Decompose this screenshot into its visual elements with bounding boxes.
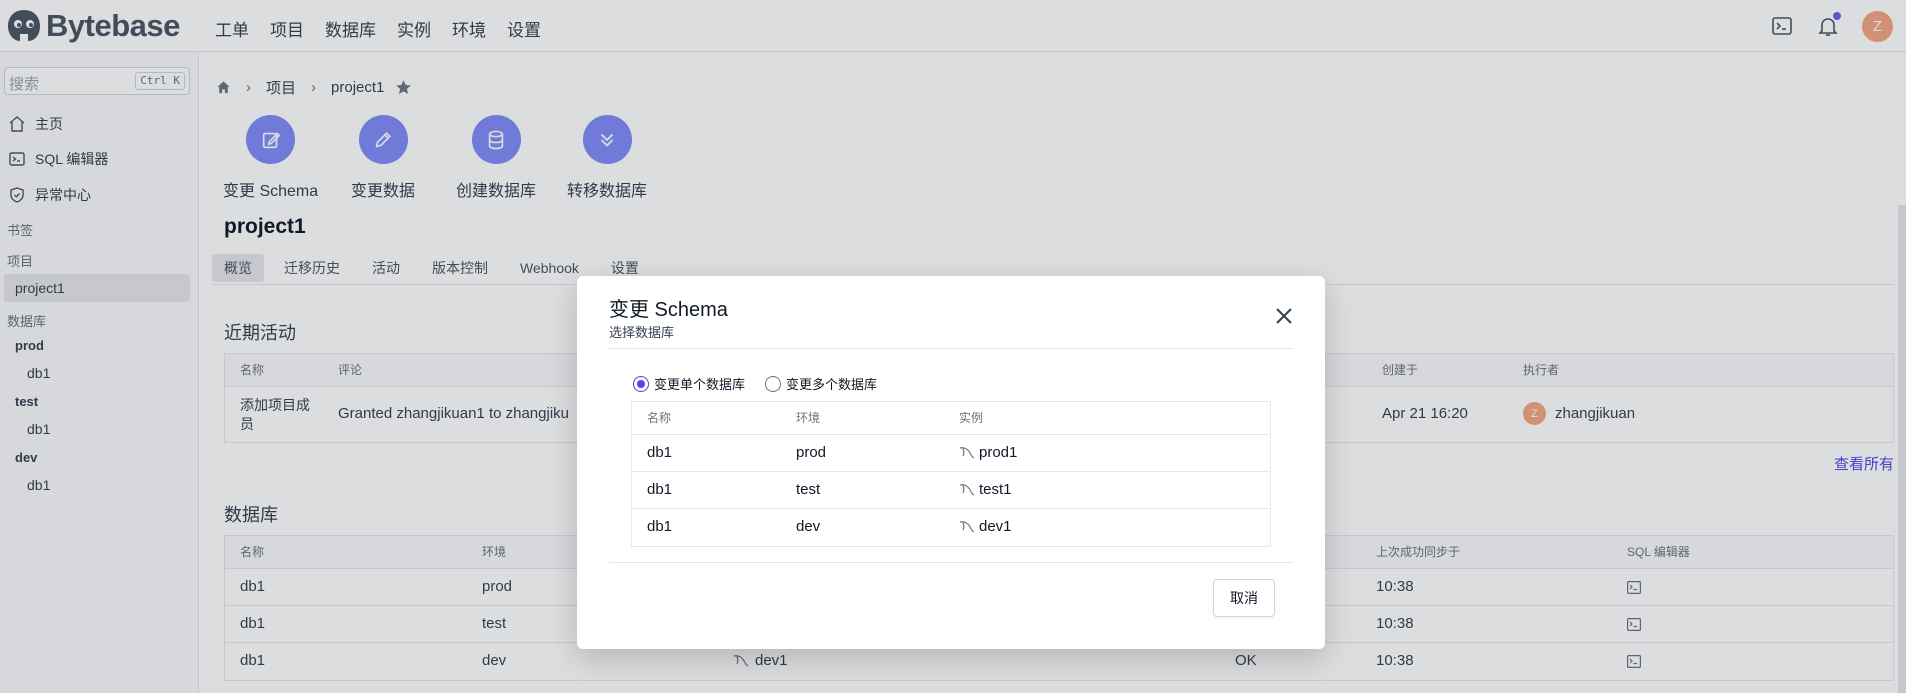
database-mode-radio-group: 变更单个数据库 变更多个数据库 — [633, 374, 897, 393]
col-name: 名称 — [647, 411, 672, 425]
db-instance: prod1 — [959, 435, 1017, 471]
table-row[interactable]: db1 test test1 — [632, 472, 1270, 509]
modal-subtitle: 选择数据库 — [609, 325, 675, 340]
radio-checked-icon — [633, 375, 649, 392]
mysql-icon — [959, 447, 975, 459]
col-instance: 实例 — [959, 411, 984, 425]
col-env: 环境 — [796, 411, 821, 425]
divider — [609, 562, 1294, 563]
db-env: test — [796, 481, 821, 498]
alter-schema-modal: 变更 Schema 选择数据库 变更单个数据库 变更多个数据库 名称 环境 实例… — [577, 276, 1325, 649]
db-instance: dev1 — [959, 509, 1012, 545]
radio-label: 变更单个数据库 — [654, 377, 746, 392]
table-row[interactable]: db1 dev dev1 — [632, 509, 1270, 546]
instance-name: prod1 — [979, 444, 1018, 461]
mysql-icon — [959, 484, 975, 496]
database-select-table: 名称 环境 实例 db1 prod prod1 db1 test test1 d… — [631, 401, 1271, 547]
instance-name: test1 — [979, 481, 1012, 498]
close-icon[interactable] — [1273, 305, 1295, 327]
radio-multiple-databases[interactable]: 变更多个数据库 — [765, 374, 877, 393]
db-env: prod — [796, 444, 827, 461]
mysql-icon — [959, 521, 975, 533]
table-header: 名称 环境 实例 — [632, 402, 1270, 435]
db-name: db1 — [647, 444, 673, 461]
cancel-button[interactable]: 取消 — [1213, 579, 1275, 617]
radio-single-database[interactable]: 变更单个数据库 — [633, 374, 745, 393]
table-row[interactable]: db1 prod prod1 — [632, 435, 1270, 472]
modal-title: 变更 Schema — [609, 299, 728, 321]
db-instance: test1 — [959, 472, 1012, 508]
divider — [609, 348, 1294, 349]
radio-unchecked-icon — [765, 375, 782, 392]
radio-label: 变更多个数据库 — [786, 377, 878, 392]
instance-name: dev1 — [979, 518, 1012, 535]
db-name: db1 — [647, 481, 673, 498]
db-env: dev — [796, 518, 821, 535]
db-name: db1 — [647, 518, 673, 535]
